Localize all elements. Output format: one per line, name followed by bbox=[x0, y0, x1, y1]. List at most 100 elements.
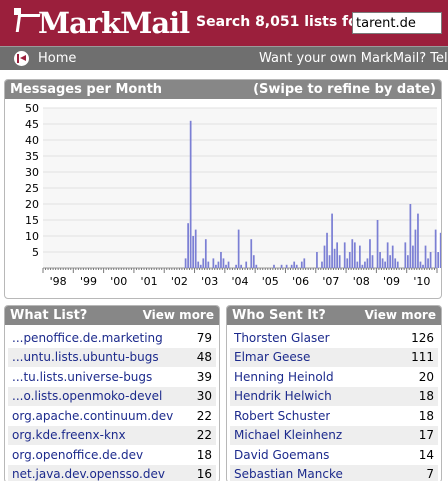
month-bar[interactable] bbox=[409, 204, 412, 268]
month-bar[interactable] bbox=[316, 252, 318, 268]
month-bar[interactable] bbox=[273, 264, 275, 268]
month-bar[interactable] bbox=[384, 261, 386, 268]
month-bar[interactable] bbox=[321, 261, 323, 268]
month-bar[interactable] bbox=[391, 245, 394, 268]
sender-row[interactable]: Thorsten Glaser 126 bbox=[230, 328, 438, 348]
what-list-view-more-link[interactable]: View more bbox=[143, 306, 214, 325]
list-name[interactable]: ...tu.lists.universe-bugs bbox=[12, 370, 152, 384]
month-bar[interactable] bbox=[184, 258, 187, 268]
month-bar[interactable] bbox=[192, 236, 195, 268]
month-bar[interactable] bbox=[353, 242, 356, 268]
list-row[interactable]: ...tu.lists.universe-bugs 39 bbox=[8, 367, 216, 387]
list-name[interactable]: org.openoffice.de.dev bbox=[12, 448, 143, 462]
month-bar[interactable] bbox=[255, 264, 258, 268]
list-name[interactable]: org.apache.continuum.dev bbox=[12, 409, 173, 423]
month-bar[interactable] bbox=[187, 223, 189, 268]
month-bar[interactable] bbox=[280, 264, 283, 268]
sender-name[interactable]: Hendrik Helwich bbox=[234, 389, 332, 403]
month-bar[interactable] bbox=[338, 255, 341, 268]
month-bar[interactable] bbox=[379, 252, 381, 268]
month-bar[interactable] bbox=[356, 261, 359, 268]
month-bar[interactable] bbox=[220, 252, 222, 268]
month-bar[interactable] bbox=[359, 245, 361, 268]
month-bar[interactable] bbox=[245, 261, 248, 268]
month-bar[interactable] bbox=[394, 258, 397, 268]
month-bar[interactable] bbox=[303, 258, 306, 268]
month-bar[interactable] bbox=[217, 261, 220, 268]
month-bar[interactable] bbox=[336, 242, 338, 268]
month-bar[interactable] bbox=[215, 264, 217, 268]
month-bar[interactable] bbox=[396, 261, 399, 268]
month-bar[interactable] bbox=[424, 245, 427, 268]
month-bar[interactable] bbox=[295, 264, 298, 268]
sender-row[interactable]: David Goemans 14 bbox=[230, 445, 438, 465]
month-bar[interactable] bbox=[412, 245, 414, 268]
list-row[interactable]: org.openoffice.de.dev 18 bbox=[8, 445, 216, 465]
month-bar[interactable] bbox=[202, 258, 205, 268]
sender-row[interactable]: Sebastian Mancke 7 bbox=[230, 464, 438, 481]
month-bar[interactable] bbox=[346, 258, 349, 268]
month-bar[interactable] bbox=[285, 264, 288, 268]
sender-name[interactable]: David Goemans bbox=[234, 448, 329, 462]
month-bar[interactable] bbox=[422, 264, 424, 268]
month-bar[interactable] bbox=[417, 213, 419, 268]
month-bar[interactable] bbox=[371, 255, 374, 268]
sender-name[interactable]: Robert Schuster bbox=[234, 409, 330, 423]
month-bar[interactable] bbox=[331, 213, 333, 268]
month-bar[interactable] bbox=[439, 232, 441, 268]
month-bar[interactable] bbox=[235, 264, 237, 268]
list-name[interactable]: ...untu.lists.ubuntu-bugs bbox=[12, 350, 159, 364]
month-bar[interactable] bbox=[351, 239, 354, 268]
list-name[interactable]: org.kde.freenx-knx bbox=[12, 428, 126, 442]
month-bar[interactable] bbox=[434, 229, 437, 268]
sender-row[interactable]: Elmar Geese 111 bbox=[230, 347, 438, 367]
month-bar[interactable] bbox=[227, 261, 230, 268]
month-bar[interactable] bbox=[364, 261, 366, 268]
list-row[interactable]: org.kde.freenx-knx 22 bbox=[8, 425, 216, 445]
month-bar[interactable] bbox=[437, 252, 440, 268]
month-bar[interactable] bbox=[369, 239, 371, 268]
month-bar[interactable] bbox=[290, 264, 293, 268]
month-bar[interactable] bbox=[333, 248, 336, 268]
sender-name[interactable]: Thorsten Glaser bbox=[234, 331, 330, 345]
sender-row[interactable]: Hendrik Helwich 18 bbox=[230, 386, 438, 406]
month-bar[interactable] bbox=[207, 261, 210, 268]
month-bar[interactable] bbox=[197, 261, 200, 268]
list-row[interactable]: net.java.dev.opensso.dev 16 bbox=[8, 464, 216, 481]
month-bar[interactable] bbox=[250, 239, 253, 268]
list-name[interactable]: ...penoffice.de.marketing bbox=[12, 331, 163, 345]
sender-name[interactable]: Michael Kleinhenz bbox=[234, 428, 342, 442]
month-bar[interactable] bbox=[361, 264, 364, 268]
list-name[interactable]: ...o.lists.openmoko-devel bbox=[12, 389, 162, 403]
back-arrow-icon[interactable] bbox=[14, 51, 29, 66]
month-bar[interactable] bbox=[419, 261, 422, 268]
sender-name[interactable]: Henning Heinold bbox=[234, 370, 334, 384]
month-bar[interactable] bbox=[194, 229, 197, 268]
list-row[interactable]: ...o.lists.openmoko-devel 30 bbox=[8, 386, 216, 406]
month-bar[interactable] bbox=[404, 242, 407, 268]
sender-name[interactable]: Elmar Geese bbox=[234, 350, 310, 364]
who-sent-view-more-link[interactable]: View more bbox=[365, 306, 436, 325]
month-bar[interactable] bbox=[386, 242, 389, 268]
month-bar[interactable] bbox=[326, 232, 328, 268]
list-name[interactable]: net.java.dev.opensso.dev bbox=[12, 467, 165, 481]
search-input[interactable] bbox=[352, 12, 442, 34]
month-bar[interactable] bbox=[204, 239, 207, 268]
month-bar[interactable] bbox=[237, 229, 240, 268]
month-bar[interactable] bbox=[429, 252, 432, 268]
messages-chart[interactable]: 5 10 15 20 25 30 35 40 45 50 '98 '99 '00 '01 '02 '03 '04… bbox=[5, 100, 441, 298]
month-bar[interactable] bbox=[366, 258, 369, 268]
month-bar[interactable] bbox=[199, 264, 202, 268]
sender-row[interactable]: Michael Kleinhenz 17 bbox=[230, 425, 438, 445]
month-bar[interactable] bbox=[348, 252, 351, 268]
markmail-logo[interactable]: MarkMail bbox=[14, 6, 190, 40]
month-bar[interactable] bbox=[343, 242, 346, 268]
list-row[interactable]: ...untu.lists.ubuntu-bugs 48 bbox=[8, 347, 216, 367]
list-row[interactable]: org.apache.continuum.dev 22 bbox=[8, 406, 216, 426]
sender-row[interactable]: Henning Heinold 20 bbox=[230, 367, 438, 387]
sender-row[interactable]: Robert Schuster 18 bbox=[230, 406, 438, 426]
month-bar[interactable] bbox=[189, 120, 192, 268]
month-bar[interactable] bbox=[414, 229, 417, 268]
month-bar[interactable] bbox=[293, 261, 296, 268]
month-bar[interactable] bbox=[240, 264, 243, 268]
